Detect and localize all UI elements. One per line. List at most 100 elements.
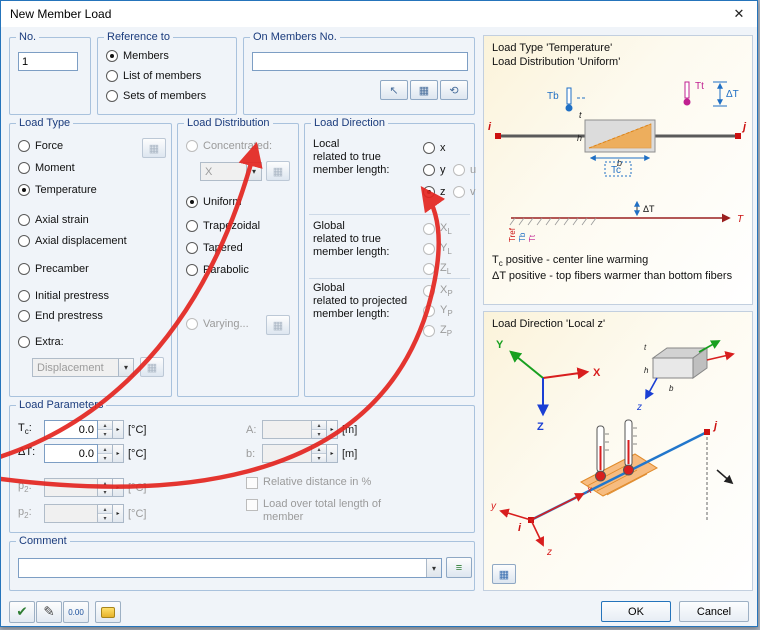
varying-options-button[interactable]: ▦ [266,315,290,335]
radio-global-yl[interactable]: YL [423,242,452,256]
radio-list-of-members[interactable]: List of members [106,70,201,82]
spin-down-icon[interactable]: ▾ [312,453,326,462]
radio-local-y[interactable]: y [423,164,446,176]
radio-extra[interactable]: Extra: [18,336,64,348]
spin-buttons[interactable]: ▴ ▾ [98,420,113,439]
apply-settings-button[interactable]: ✔ [9,601,35,623]
radio-axial-displacement[interactable]: Axial displacement [18,235,127,247]
radio-global-zl[interactable]: ZL [423,262,451,276]
no-group: No. [9,31,91,115]
concentrated-direction-dropdown[interactable]: X ▾ [200,162,262,181]
unit-flyout-button[interactable]: ▸ [113,444,124,463]
tb-label: Tb [547,91,559,102]
concentrated-options-button[interactable]: ▦ [266,161,290,181]
spin-down-icon[interactable]: ▾ [98,513,112,522]
p2-input[interactable] [44,478,98,497]
tc-input[interactable] [44,420,98,439]
p2-input[interactable] [44,504,98,523]
radio-dot [186,196,198,208]
load-direction-group: Load Direction Local related to true mem… [304,117,476,397]
comment-combobox[interactable]: ▾ [18,558,442,578]
radio-parabolic[interactable]: Parabolic [186,264,249,276]
load-number-input[interactable] [18,52,78,71]
spin-buttons[interactable]: ▴ ▾ [98,444,113,463]
spin-buttons[interactable]: ▴ ▾ [312,420,327,439]
lasso-select-button[interactable]: ⟲ [440,80,468,100]
dt-input[interactable] [44,444,98,463]
spin-down-icon[interactable]: ▾ [98,429,112,438]
flyout-arrow-icon: ▸ [116,451,120,457]
panel-settings-button[interactable]: ▦ [492,564,516,584]
radio-label: YP [440,304,453,319]
pick-from-table-button[interactable]: ▦ [410,80,438,100]
radio-dot [18,162,30,174]
unit-flyout-button[interactable]: ▸ [327,420,338,439]
spin-buttons[interactable]: ▴ ▾ [98,478,113,497]
radio-trapezoidal[interactable]: Trapezoidal [186,220,260,232]
pick-members-button[interactable]: ↖ [380,80,408,100]
spin-up-icon[interactable]: ▴ [98,505,112,513]
radio-tapered[interactable]: Tapered [186,242,243,254]
close-button[interactable]: ✕ [721,1,757,27]
radio-label: ZL [440,262,452,277]
spin-down-icon[interactable]: ▾ [312,429,326,438]
radio-local-v[interactable]: v [453,186,476,198]
load-type-group: Load Type ▦ Force Moment Temperature Axi… [9,117,172,397]
radio-sets-of-members[interactable]: Sets of members [106,90,206,102]
spin-down-icon[interactable]: ▾ [98,487,112,496]
box-z-label: z [636,402,642,413]
spin-up-icon[interactable]: ▴ [312,445,326,453]
radio-axial-strain[interactable]: Axial strain [18,214,89,226]
radio-label: YL [440,242,452,257]
radio-precamber[interactable]: Precamber [18,263,89,275]
a-input[interactable] [262,420,312,439]
temperature-diagram: i j t h b Tb Tt ΔT Tc T ΔT Tref Tb Tt [488,81,747,242]
radio-dot [423,164,435,176]
spin-down-icon[interactable]: ▾ [98,453,112,462]
cancel-button[interactable]: Cancel [679,601,749,622]
spin-buttons[interactable]: ▴ ▾ [98,504,113,523]
load-over-total-length-checkbox[interactable]: Load over total length of member [246,498,381,524]
extra-options-button[interactable]: ▦ [140,357,164,377]
on-members-input[interactable] [252,52,468,71]
radio-concentrated[interactable]: Concentrated: [186,140,272,152]
load-type-options-button[interactable]: ▦ [142,138,166,158]
radio-local-z[interactable]: z [423,186,446,198]
radio-label: List of members [123,70,202,82]
spin-up-icon[interactable]: ▴ [98,479,112,487]
radio-varying[interactable]: Varying... [186,318,249,330]
unit-flyout-button[interactable]: ▸ [113,504,124,523]
ok-button[interactable]: OK [601,601,671,622]
unit-flyout-button[interactable]: ▸ [327,444,338,463]
radio-global-xp[interactable]: XP [423,284,453,298]
unit-flyout-button[interactable]: ▸ [113,478,124,497]
spin-up-icon[interactable]: ▴ [98,421,112,429]
spin-up-icon[interactable]: ▴ [312,421,326,429]
unit-flyout-button[interactable]: ▸ [113,420,124,439]
radio-global-xl[interactable]: XL [423,222,452,236]
radio-local-u[interactable]: u [453,164,476,176]
comment-templates-button[interactable]: ≡ [446,557,472,578]
flyout-arrow-icon: ▸ [330,427,334,433]
radio-force[interactable]: Force [18,140,63,152]
b-input[interactable] [262,444,312,463]
extra-type-dropdown[interactable]: Displacement ▾ [32,358,134,377]
decimal-places-button[interactable]: 0.00 [63,601,89,623]
radio-global-yp[interactable]: YP [423,304,453,318]
edit-comment-button[interactable]: ✎ [36,601,62,623]
radio-local-x[interactable]: x [423,142,446,154]
radio-members[interactable]: Members [106,50,169,62]
unit-label: [m] [342,447,358,460]
radio-initial-prestress[interactable]: Initial prestress [18,290,109,302]
radio-global-zp[interactable]: ZP [423,324,452,338]
comment-input[interactable] [19,562,426,574]
radio-temperature[interactable]: Temperature [18,184,97,196]
radio-uniform[interactable]: Uniform [186,196,242,208]
global-true-direction-label: Global related to true member length: [313,220,390,258]
radio-end-prestress[interactable]: End prestress [18,310,103,322]
spin-up-icon[interactable]: ▴ [98,445,112,453]
units-button[interactable] [95,601,121,623]
relative-distance-checkbox[interactable]: Relative distance in % [246,476,371,489]
radio-moment[interactable]: Moment [18,162,75,174]
spin-buttons[interactable]: ▴ ▾ [312,444,327,463]
